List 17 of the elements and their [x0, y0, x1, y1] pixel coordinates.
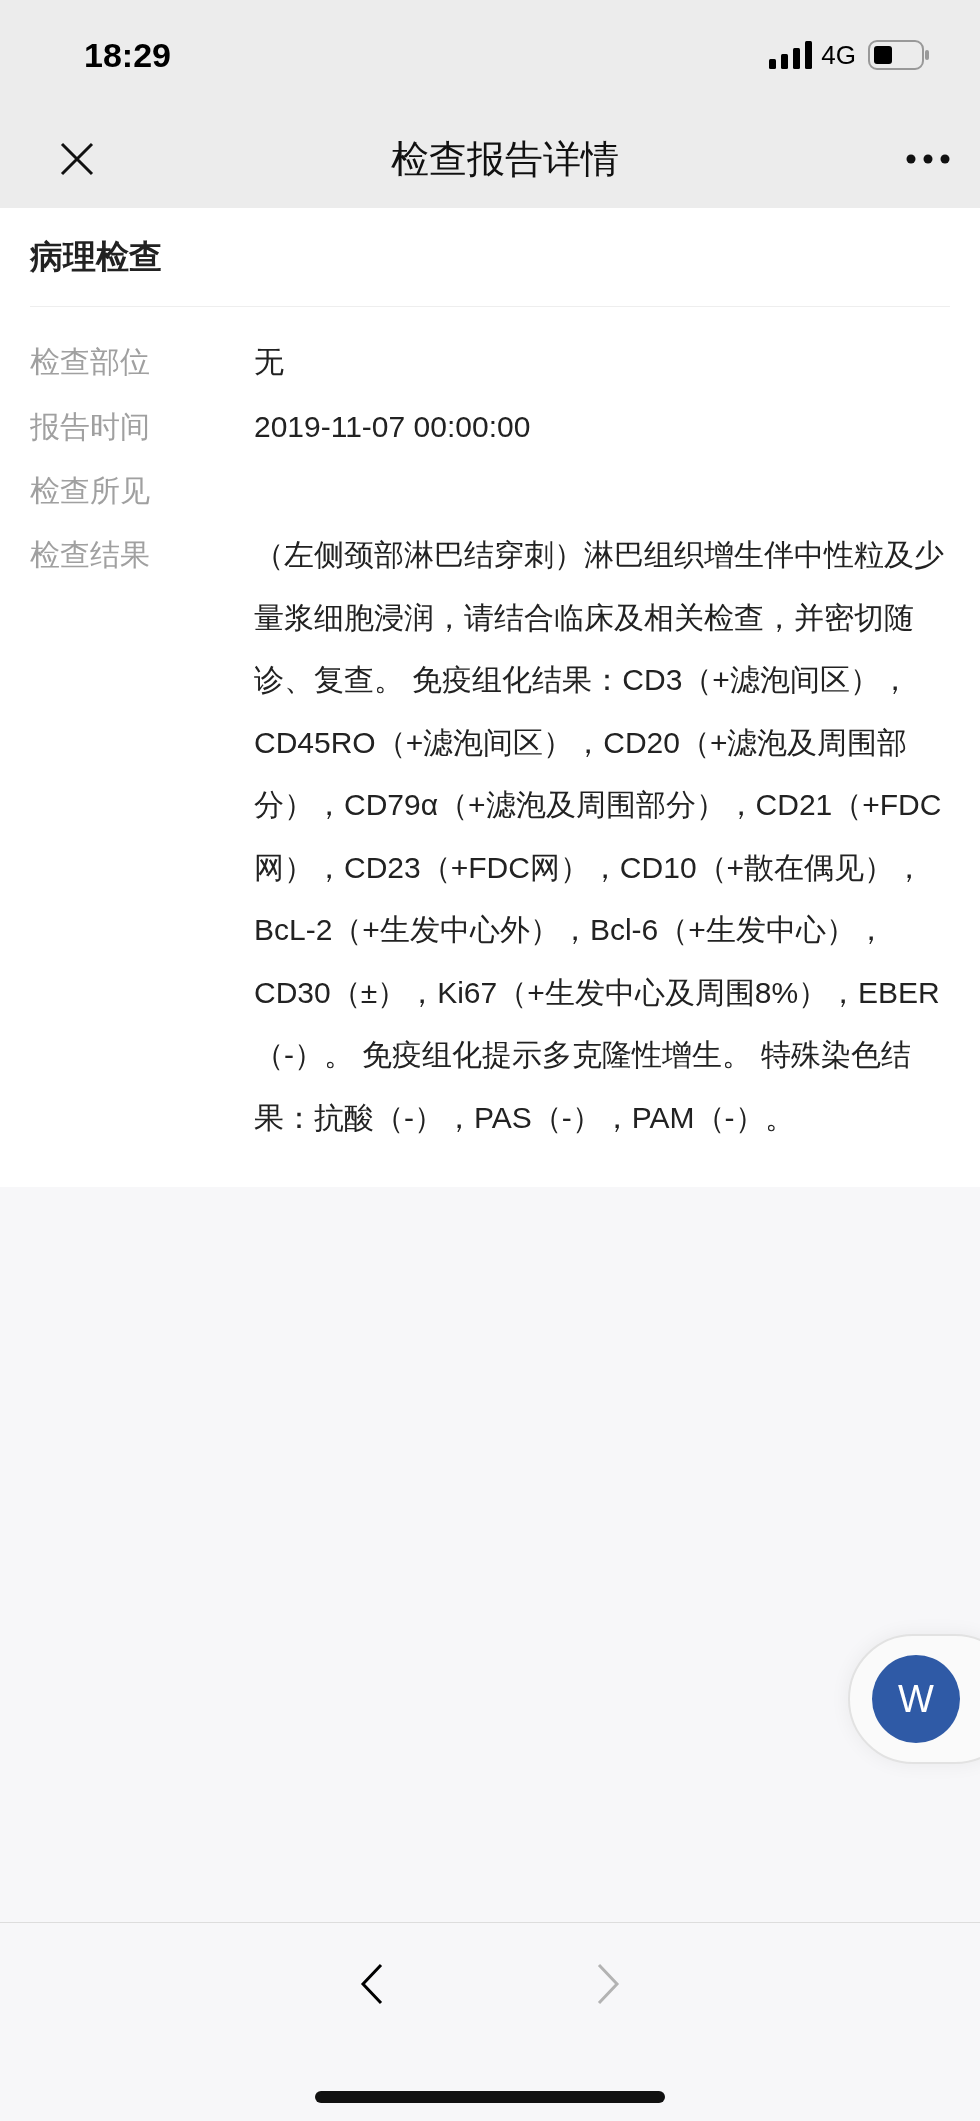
status-time: 18:29 [84, 35, 171, 75]
battery-icon [868, 40, 930, 70]
field-value: （左侧颈部淋巴结穿刺）淋巴组织增生伴中性粒及少量浆细胞浸润，请结合临床及相关检查，并密切随诊、复查。 免疫组化结果：CD3（+滤泡间区），CD45RO（+滤泡间区），CD20（+滤泡及周围部分），CD79α（+滤泡及周围部分），CD21（+FDC网），CD23（+FDC网），CD10（+散在偶见），BcL-2（+生发中心外），Bcl-6（+生发中心），CD30（±），Ki67（+生发中心及周围8%），EBER（-）。 免疫组化提示多克隆性增生。 特殊染色结果：抗酸（-），PAS（-），PAM（-）。 [254, 537, 945, 1136]
field-label: 检查所见 [30, 473, 151, 509]
field-label: 检查结果 [30, 537, 151, 573]
field-value: 2019-11-07 00:00:00 [254, 408, 532, 445]
floating-button[interactable]: W [872, 1655, 960, 1743]
field-label: 检查部位 [30, 344, 151, 380]
page-title: 检查报告详情 [391, 136, 619, 182]
close-icon[interactable] [60, 142, 94, 176]
field-value: 无 [254, 344, 285, 380]
section-title: 病理检查 [30, 208, 950, 307]
network-label: 4G [821, 39, 856, 71]
back-icon[interactable] [360, 1963, 384, 2005]
more-icon[interactable] [906, 154, 950, 164]
field-label: 报告时间 [30, 408, 151, 445]
signal-icon [769, 41, 814, 69]
